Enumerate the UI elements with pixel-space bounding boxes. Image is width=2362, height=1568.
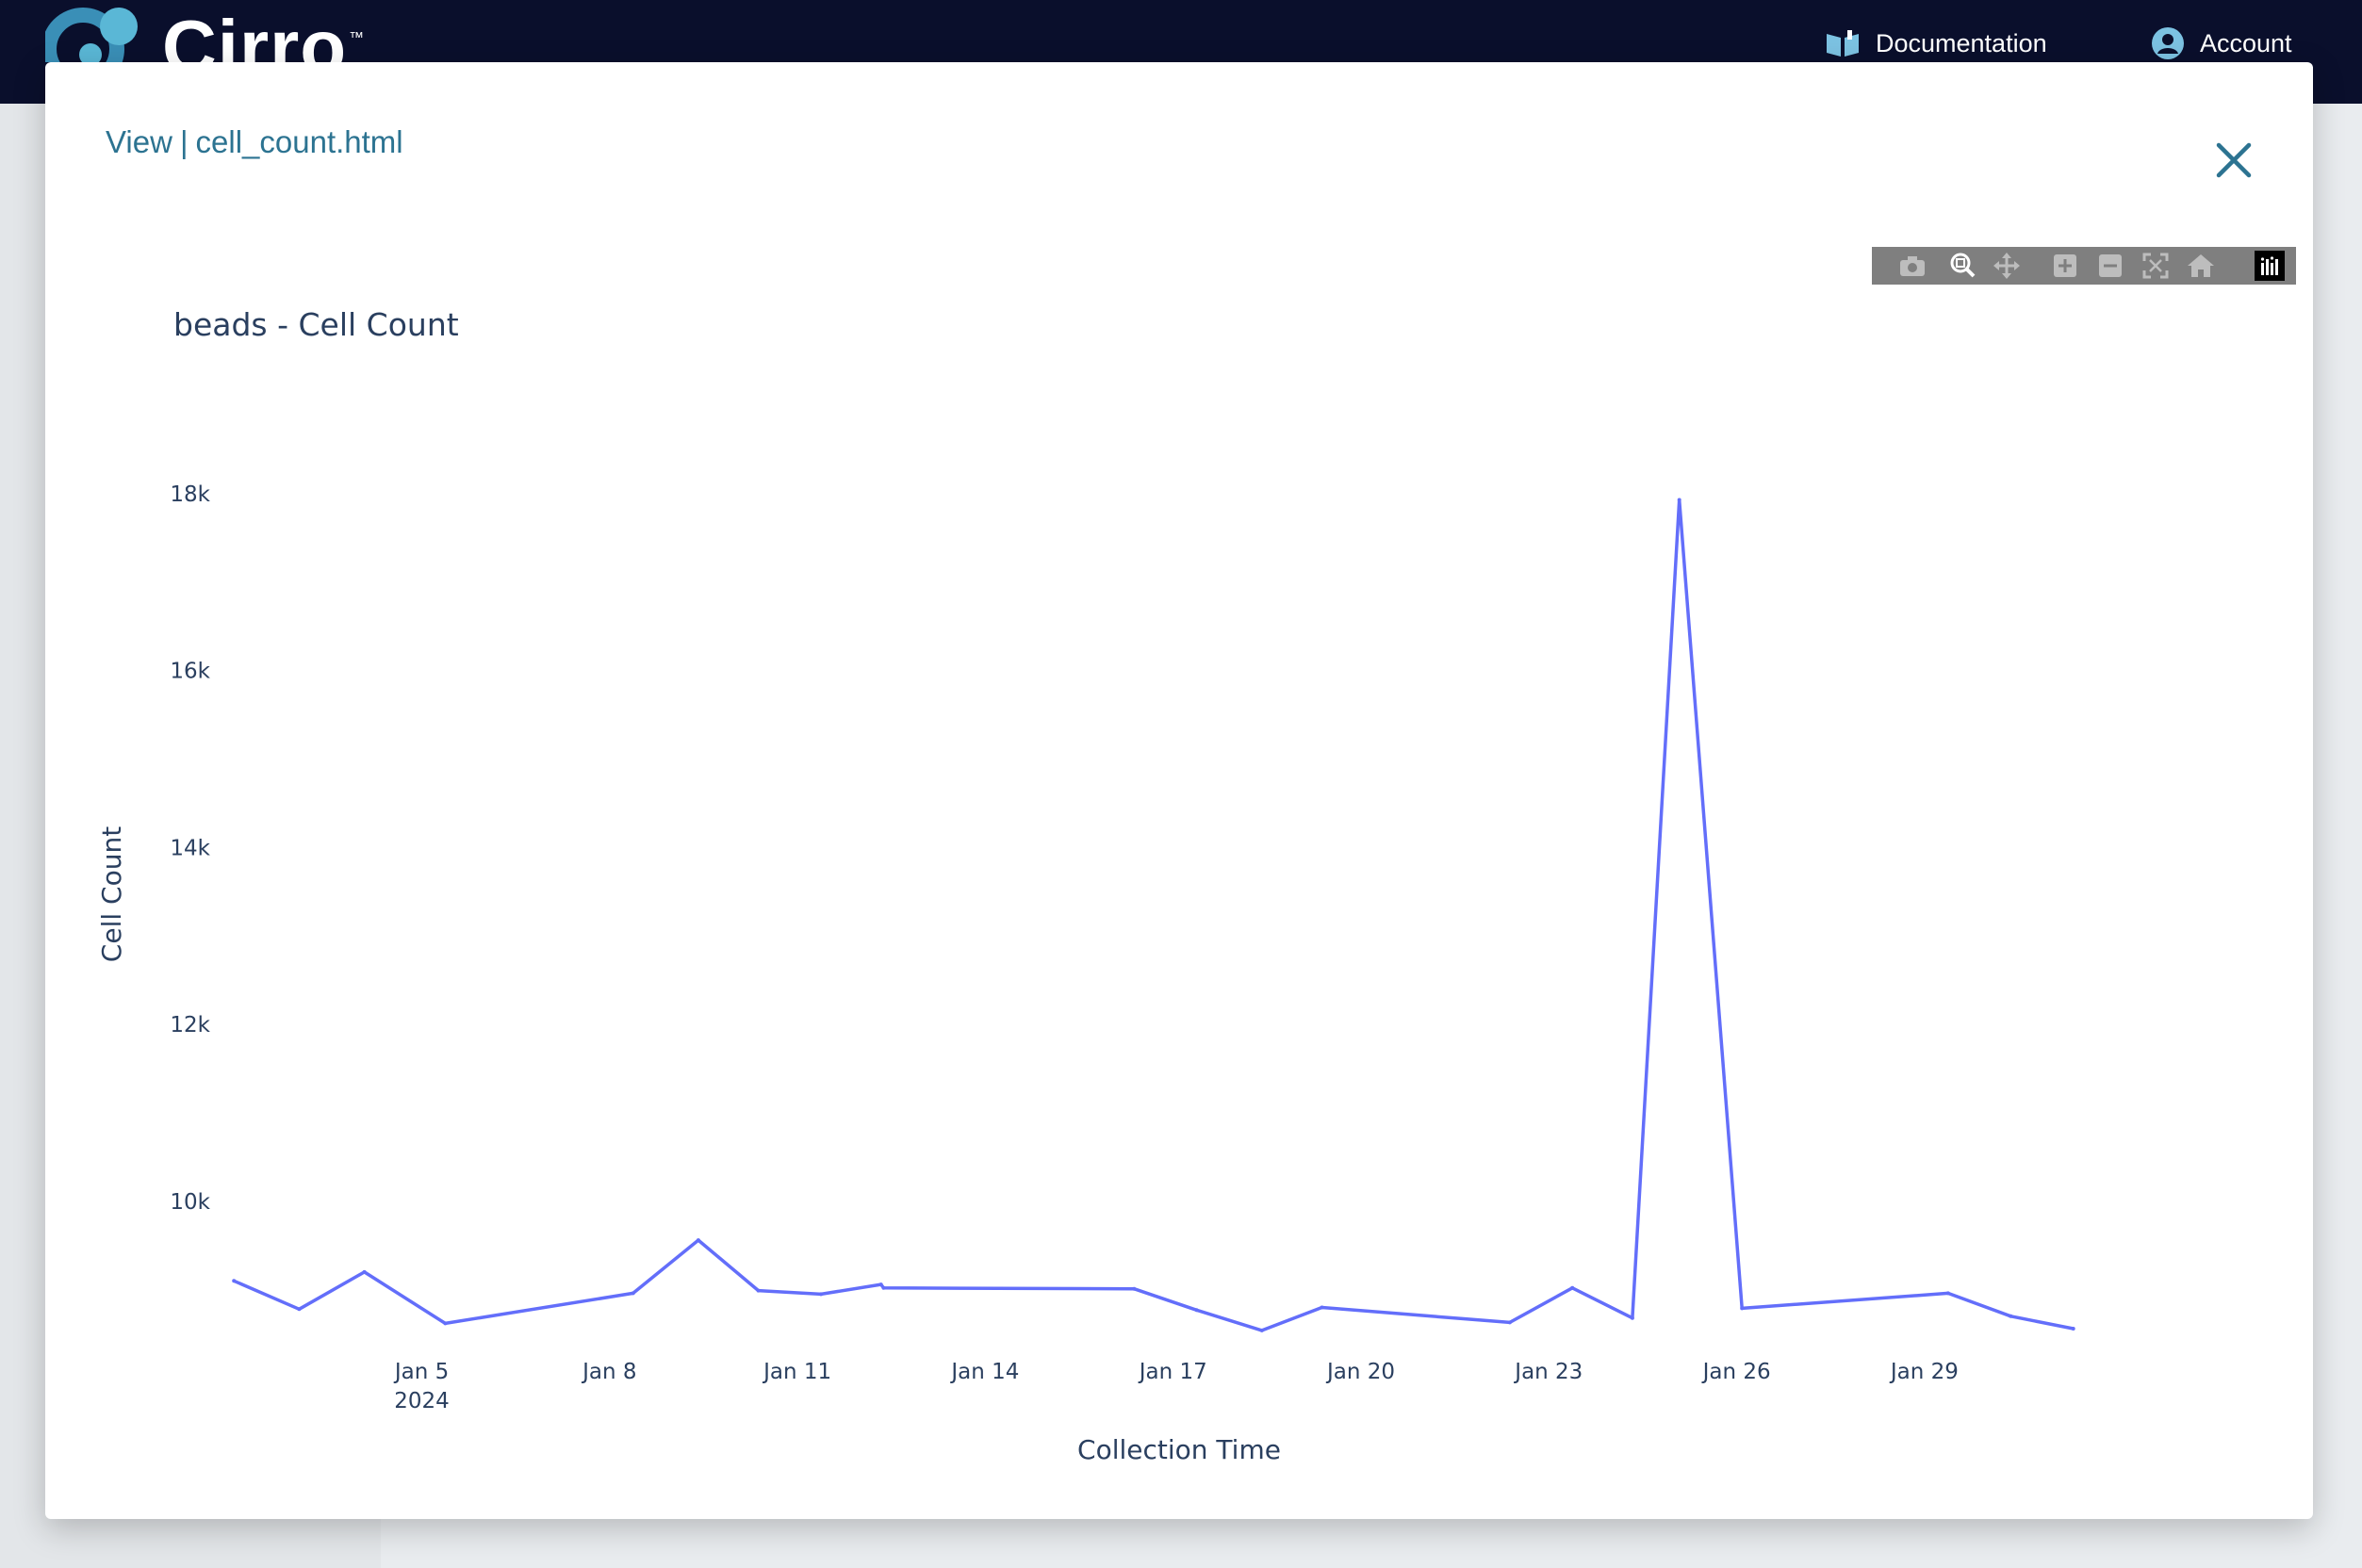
report-viewer-modal: View | cell_count.html beads - Cell Coun… — [45, 62, 2313, 1519]
x-tick-label: Jan 14 — [949, 1360, 1019, 1384]
data-point[interactable] — [756, 1288, 761, 1293]
data-point[interactable] — [1507, 1320, 1512, 1325]
chart-title: beads - Cell Count — [173, 306, 459, 343]
nav-documentation-link[interactable]: Documentation — [1825, 23, 2047, 64]
brand-logo[interactable]: Cirro ™ — [45, 0, 364, 62]
x-tick-label: Jan 17 — [1138, 1360, 1207, 1384]
data-point[interactable] — [696, 1238, 700, 1243]
documentation-label: Documentation — [1876, 28, 2047, 57]
y-tick-label: 16k — [170, 660, 210, 684]
cell-count-chart: beads - Cell Count 10k 12k 14k 16k 18k Jan 5… — [96, 306, 2075, 1465]
y-tick-label: 18k — [170, 482, 210, 507]
data-point[interactable] — [362, 1269, 367, 1274]
x-tick-label: Jan 20 — [1325, 1360, 1395, 1384]
data-point[interactable] — [1740, 1306, 1745, 1311]
x-axis-label: Collection Time — [1077, 1434, 1281, 1465]
x-tick-label: Jan 23 — [1513, 1360, 1583, 1384]
brand-name: Cirro — [162, 5, 348, 63]
x-tick-label: Jan 5 — [393, 1360, 449, 1384]
data-point[interactable] — [232, 1279, 237, 1283]
book-icon — [1827, 30, 1859, 57]
data-point[interactable] — [2009, 1314, 2013, 1318]
account-label: Account — [2200, 28, 2292, 57]
data-point[interactable] — [881, 1285, 886, 1290]
data-point[interactable] — [1630, 1315, 1634, 1320]
y-axis: 10k 12k 14k 16k 18k — [170, 482, 210, 1215]
x-tick-sublabel: 2024 — [394, 1389, 450, 1413]
y-tick-label: 10k — [170, 1190, 210, 1215]
cirro-logo-icon — [45, 8, 138, 62]
series-layer — [232, 498, 2075, 1332]
data-point[interactable] — [819, 1292, 823, 1297]
data-point[interactable] — [1570, 1285, 1575, 1290]
data-point[interactable] — [443, 1321, 448, 1326]
data-point[interactable] — [1320, 1305, 1324, 1310]
data-point[interactable] — [631, 1291, 635, 1296]
x-tick-label: Jan 29 — [1889, 1360, 1959, 1384]
nav-account-link[interactable]: Account — [2151, 23, 2292, 64]
data-point[interactable] — [2071, 1327, 2075, 1331]
data-point[interactable] — [1259, 1328, 1264, 1332]
data-point[interactable] — [878, 1282, 883, 1287]
y-tick-label: 12k — [170, 1013, 210, 1037]
y-tick-label: 14k — [170, 836, 210, 860]
data-point[interactable] — [1677, 498, 1681, 502]
trademark-mark: ™ — [349, 30, 365, 46]
data-point[interactable] — [297, 1307, 302, 1312]
x-axis: Jan 5 2024 Jan 8 Jan 11 Jan 14 Jan 17 Jan 20 Ja… — [393, 1360, 1959, 1413]
data-point[interactable] — [1194, 1308, 1199, 1313]
user-circle-icon — [2152, 27, 2184, 59]
x-tick-label: Jan 11 — [762, 1360, 831, 1384]
data-point[interactable] — [1945, 1291, 1950, 1296]
x-tick-label: Jan 26 — [1701, 1360, 1771, 1384]
y-axis-label: Cell Count — [96, 826, 127, 962]
data-point[interactable] — [1132, 1286, 1137, 1291]
series-line[interactable] — [233, 498, 2075, 1332]
x-tick-label: Jan 8 — [581, 1360, 636, 1384]
